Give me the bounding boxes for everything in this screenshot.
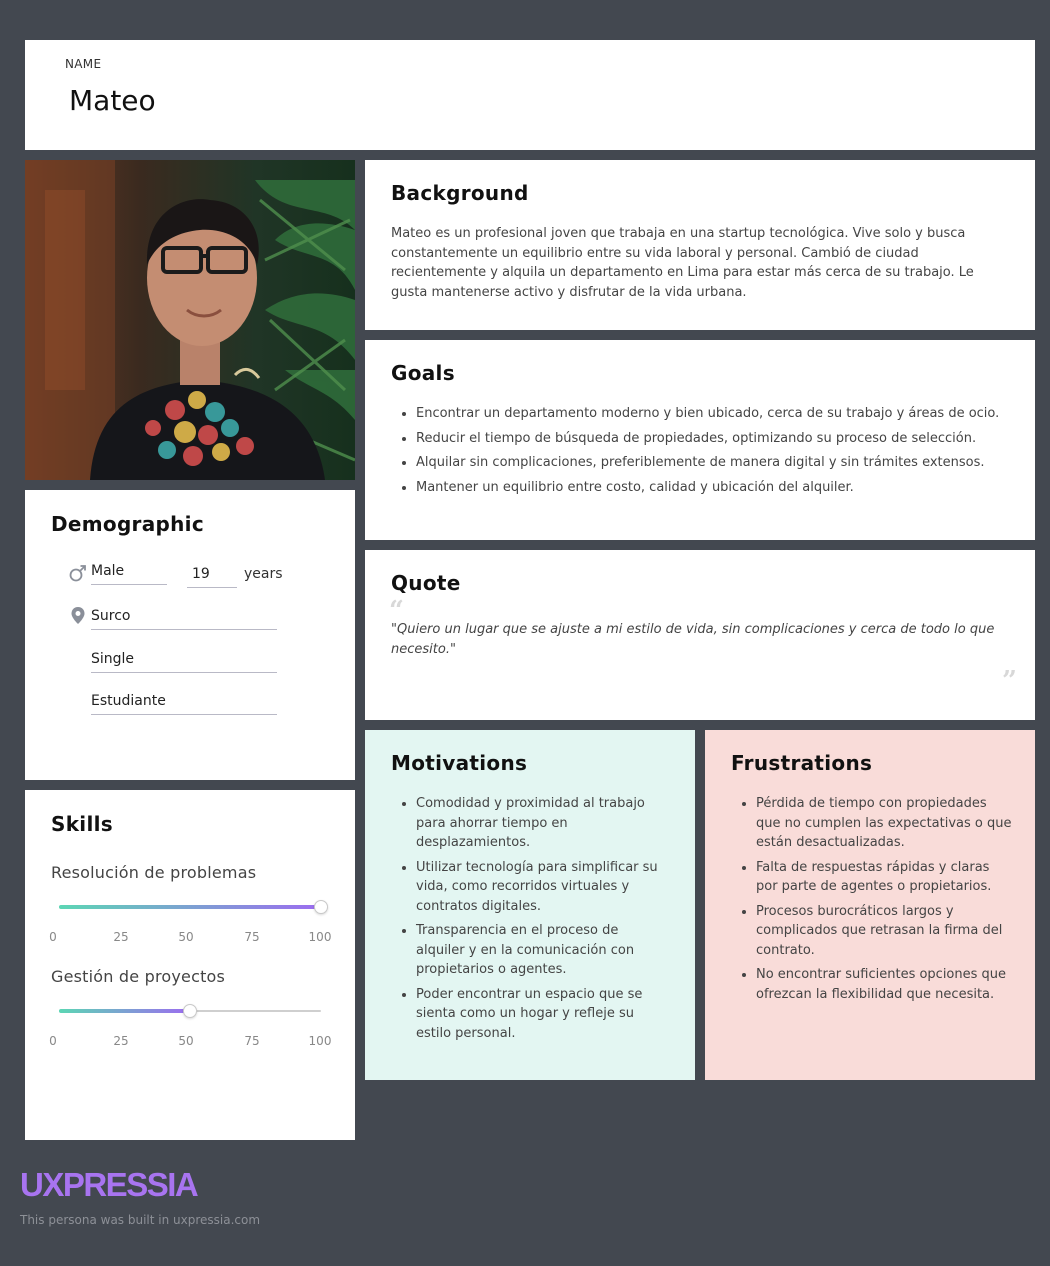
frustrations-title: Frustrations (731, 751, 873, 775)
skills-card: Skills Resolución de problemas 0 25 50 7… (25, 790, 355, 1140)
frustration-item: Pérdida de tiempo con propiedades que no… (756, 794, 1013, 853)
demographic-card: Demographic Male 19 years Surco Single E… (25, 490, 355, 780)
tick-label: 0 (49, 930, 57, 944)
goals-card: Goals Encontrar un departamento moderno … (365, 340, 1035, 540)
goal-item: Mantener un equilibrio entre costo, cali… (416, 478, 1015, 498)
tick-label: 0 (49, 1034, 57, 1048)
skill-label: Gestión de proyectos (51, 967, 226, 986)
demographic-title: Demographic (51, 512, 204, 536)
skill-slider[interactable] (59, 999, 321, 1023)
tick-label: 100 (308, 1034, 332, 1048)
motivations-list[interactable]: Comodidad y proximidad al trabajo para a… (391, 794, 671, 1048)
slider-fill (59, 1009, 190, 1013)
quote-card: Quote “ "Quiero un lugar que se ajuste a… (365, 550, 1035, 720)
background-text[interactable]: Mateo es un profesional joven que trabaj… (391, 224, 1009, 302)
slider-ticks: 0 25 50 75 100 (45, 930, 335, 946)
slider-thumb[interactable] (314, 900, 328, 914)
persona-name[interactable]: Mateo (69, 84, 156, 117)
motivations-title: Motivations (391, 751, 528, 775)
skills-title: Skills (51, 812, 113, 836)
age-unit: years (244, 566, 283, 582)
built-with-text: This persona was built in uxpressia.com (20, 1213, 261, 1227)
goal-item: Alquilar sin complicaciones, preferiblem… (416, 453, 1015, 473)
goals-title: Goals (391, 361, 455, 385)
status-field[interactable]: Single (91, 651, 277, 673)
motivation-item: Utilizar tecnología para simplificar su … (416, 858, 671, 917)
motivation-item: Comodidad y proximidad al trabajo para a… (416, 794, 671, 853)
tick-label: 50 (178, 1034, 194, 1048)
tick-label: 25 (113, 930, 129, 944)
tick-label: 25 (113, 1034, 129, 1048)
tick-label: 50 (178, 930, 194, 944)
name-label: NAME (65, 57, 102, 71)
photo-illustration (25, 160, 355, 480)
age-field[interactable]: 19 (187, 566, 237, 588)
name-card: NAME Mateo (25, 40, 1035, 150)
frustrations-list[interactable]: Pérdida de tiempo con propiedades que no… (731, 794, 1013, 1009)
slider-ticks: 0 25 50 75 100 (45, 1034, 335, 1050)
motivation-item: Poder encontrar un espacio que se sienta… (416, 985, 671, 1044)
frustrations-card: Frustrations Pérdida de tiempo con propi… (705, 730, 1035, 1080)
frustration-item: No encontrar suficientes opciones que of… (756, 965, 1013, 1004)
skill-label: Resolución de problemas (51, 863, 257, 882)
motivation-item: Transparencia en el proceso de alquiler … (416, 921, 671, 980)
background-title: Background (391, 181, 529, 205)
location-field[interactable]: Surco (91, 608, 277, 630)
tick-label: 100 (308, 930, 332, 944)
close-quote-icon: ” (1002, 666, 1017, 696)
goals-list[interactable]: Encontrar un departamento moderno y bien… (391, 404, 1015, 502)
quote-title: Quote (391, 571, 461, 595)
gender-field[interactable]: Male (91, 563, 167, 585)
goal-item: Reducir el tiempo de búsqueda de propied… (416, 429, 1015, 449)
quote-text[interactable]: "Quiero un lugar que se ajuste a mi esti… (391, 620, 999, 659)
frustration-item: Falta de respuestas rápidas y claras por… (756, 858, 1013, 897)
tick-label: 75 (244, 930, 260, 944)
goal-item: Encontrar un departamento moderno y bien… (416, 404, 1015, 424)
slider-thumb[interactable] (183, 1004, 197, 1018)
occupation-field[interactable]: Estudiante (91, 693, 277, 715)
uxpressia-logo[interactable]: UXPRESSIA (20, 1166, 199, 1204)
persona-photo[interactable] (25, 160, 355, 480)
male-icon (68, 563, 88, 583)
motivations-card: Motivations Comodidad y proximidad al tr… (365, 730, 695, 1080)
tick-label: 75 (244, 1034, 260, 1048)
slider-fill (59, 905, 321, 909)
location-pin-icon (69, 606, 89, 626)
skill-slider[interactable] (59, 895, 328, 919)
frustration-item: Procesos burocráticos largos y complicad… (756, 902, 1013, 961)
background-card: Background Mateo es un profesional joven… (365, 160, 1035, 330)
